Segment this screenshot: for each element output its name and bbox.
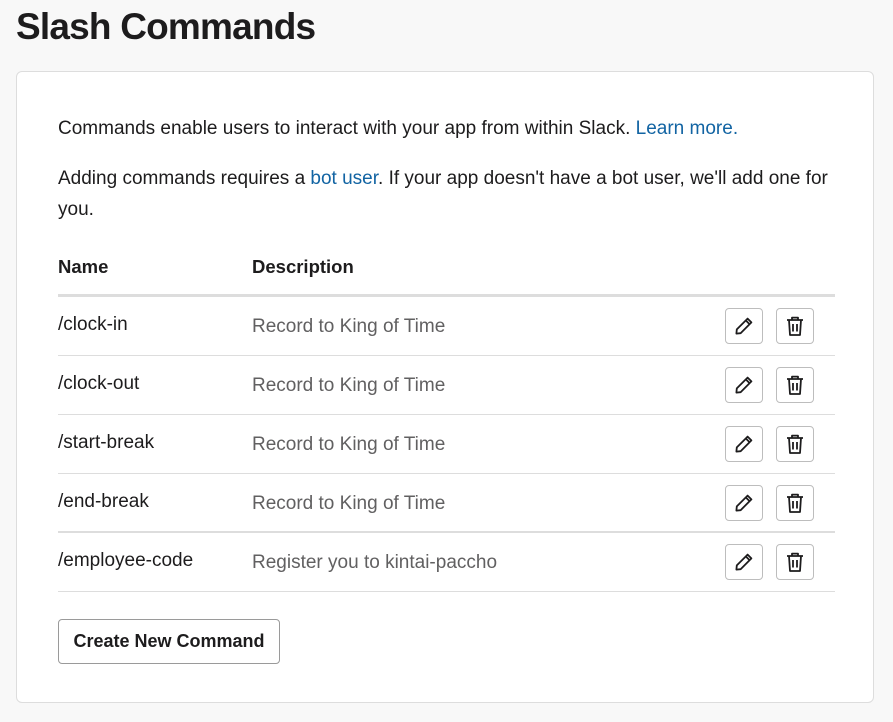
pencil-icon [735,376,753,394]
delete-command-button[interactable] [776,367,814,403]
table-row: /end-break Record to King of Time [58,474,835,533]
edit-command-button[interactable] [725,367,763,403]
pencil-icon [735,494,753,512]
delete-command-button[interactable] [776,426,814,462]
pencil-icon [735,317,753,335]
table-row: /employee-code Register you to kintai-pa… [58,533,835,592]
delete-command-button[interactable] [776,308,814,344]
trash-icon [787,375,803,395]
intro-description: Commands enable users to interact with y… [58,118,636,139]
trash-icon [787,493,803,513]
command-description: Record to King of Time [252,316,446,337]
command-name: /end-break [58,491,149,512]
table-row: /start-break Record to King of Time [58,415,835,474]
column-header-description: Description [252,256,354,277]
edit-command-button[interactable] [725,485,763,521]
command-name: /clock-in [58,314,128,335]
trash-icon [787,434,803,454]
edit-command-button[interactable] [725,544,763,580]
trash-icon [787,552,803,572]
slash-commands-card: Commands enable users to interact with y… [16,71,874,703]
edit-command-button[interactable] [725,308,763,344]
page-title: Slash Commands [16,6,316,47]
pencil-icon [735,435,753,453]
command-description: Record to King of Time [252,375,446,396]
trash-icon [787,316,803,336]
command-name: /clock-out [58,373,140,394]
pencil-icon [735,553,753,571]
command-name: /start-break [58,432,155,453]
table-row: /clock-in Record to King of Time [58,297,835,356]
command-name: /employee-code [58,550,194,571]
column-header-name: Name [58,256,109,277]
learn-more-link[interactable]: Learn more. [636,118,738,139]
command-description: Register you to kintai-paccho [252,552,498,573]
edit-command-button[interactable] [725,426,763,462]
delete-command-button[interactable] [776,544,814,580]
delete-command-button[interactable] [776,485,814,521]
table-row: /clock-out Record to King of Time [58,356,835,415]
command-description: Record to King of Time [252,493,446,514]
bot-user-link[interactable]: bot user [310,168,378,189]
bot-user-note: Adding commands requires a bot user. If … [58,163,838,225]
command-description: Record to King of Time [252,434,446,455]
bot-user-note-prefix: Adding commands requires a [58,168,311,189]
table-header: Name Description [58,242,835,297]
commands-table: Name Description /clock-in Record to Kin… [58,242,835,592]
create-new-command-button[interactable]: Create New Command [58,619,280,664]
intro-text: Commands enable users to interact with y… [58,113,838,144]
